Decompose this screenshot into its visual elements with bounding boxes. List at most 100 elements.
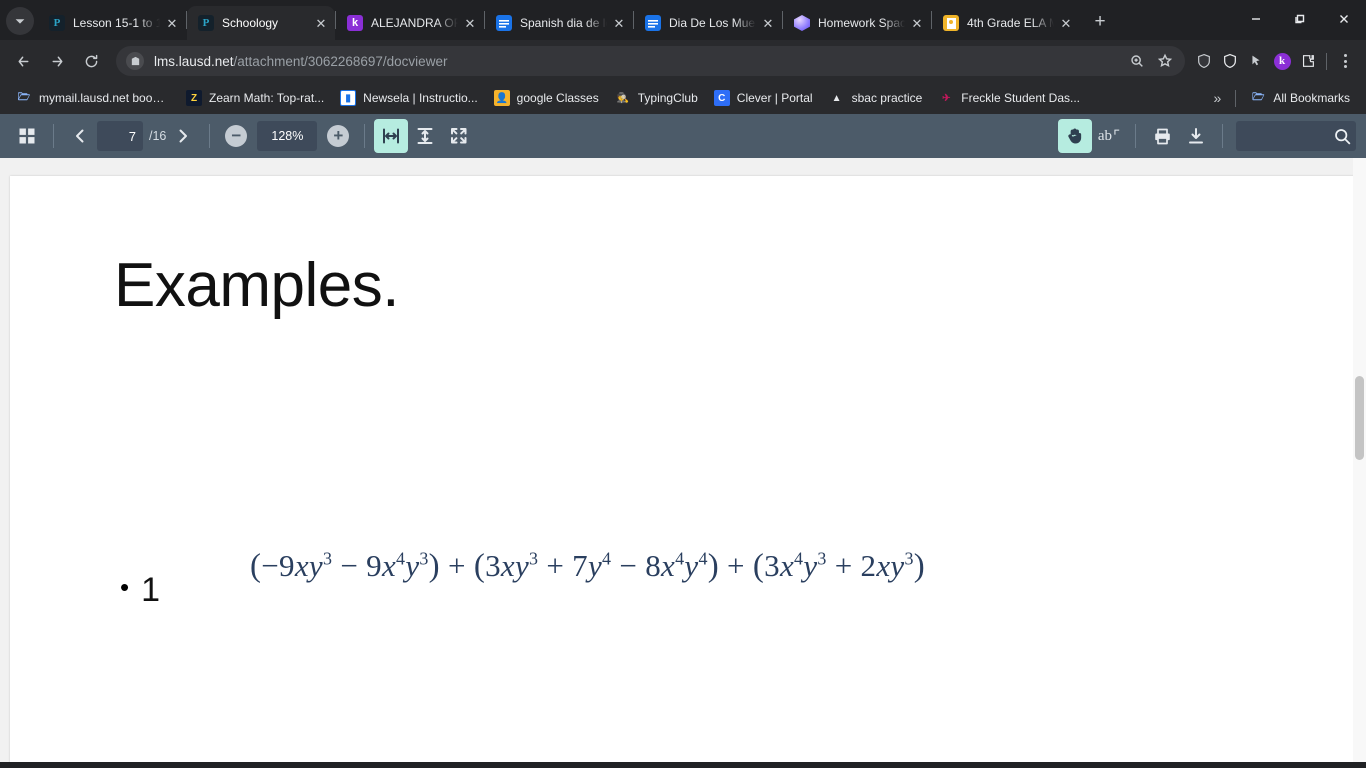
new-tab-button[interactable]: + xyxy=(1086,8,1114,36)
zoom-indicator-button[interactable] xyxy=(1123,47,1151,75)
tab-close-icon[interactable]: ✕ xyxy=(909,15,925,31)
bookmark-label: sbac practice xyxy=(851,91,923,105)
browser-tab[interactable]: k ALEJANDRA ORD ✕ xyxy=(336,6,484,40)
math-token: 3 xyxy=(419,548,429,569)
fit-width-icon xyxy=(383,128,400,144)
kami-extension-label: k xyxy=(1273,52,1291,70)
bookmark-label: TypingClub xyxy=(637,91,698,105)
zoom-out-button[interactable]: − xyxy=(219,119,253,153)
mouse-pointer-icon[interactable] xyxy=(1243,47,1269,75)
google-classroom-icon: 👤 xyxy=(493,90,510,106)
forward-arrow-icon xyxy=(52,56,62,66)
tab-list: P Lesson 15-1 to 15 ✕ P Schoology ✕ k ALEJANDRA… xyxy=(38,6,1234,40)
math-token: x xyxy=(661,548,676,583)
star-icon xyxy=(1157,53,1173,68)
pdf-toolbar-right: ab ⌜ xyxy=(1058,119,1356,153)
shield-dark-icon[interactable] xyxy=(1191,47,1217,75)
download-button[interactable] xyxy=(1179,119,1213,153)
math-token: y xyxy=(684,548,699,583)
tab-close-icon[interactable]: ✕ xyxy=(760,15,776,31)
maximize-button[interactable] xyxy=(1278,4,1322,34)
math-token: 4 xyxy=(602,548,612,569)
browser-tab[interactable]: Spanish dia de lo ✕ xyxy=(485,6,633,40)
list-item: • 1 (−9xy3 − 9x4y3) + (3xy3 + 7y4 − 8x4y… xyxy=(120,548,925,607)
back-arrow-icon xyxy=(18,56,28,66)
tab-close-icon[interactable]: ✕ xyxy=(462,15,478,31)
text-select-icon: ab ⌜ xyxy=(1097,127,1121,145)
math-token: y xyxy=(514,548,529,583)
sbac-icon: ▲ xyxy=(831,92,842,104)
pearson-icon: P xyxy=(49,15,65,31)
bookmark-item[interactable]: C Clever | Portal xyxy=(706,86,821,110)
zoom-icon xyxy=(1131,55,1143,67)
page-info-icon[interactable] xyxy=(126,52,144,70)
math-token: ) xyxy=(707,548,719,584)
tab-title: Schoology xyxy=(222,16,279,30)
tab-close-icon[interactable]: ✕ xyxy=(164,15,180,31)
bookmark-item[interactable]: ▲ sbac practice xyxy=(821,86,931,110)
tab-close-icon[interactable]: ✕ xyxy=(611,15,627,31)
bullet-marker: • xyxy=(120,572,130,602)
fit-width-button[interactable] xyxy=(374,119,409,153)
math-token: 4 xyxy=(675,548,685,569)
thumbnails-button[interactable] xyxy=(10,119,44,153)
browser-tab[interactable]: Dia De Los Muert ✕ xyxy=(634,6,782,40)
vertical-scrollbar[interactable] xyxy=(1353,158,1366,762)
zoom-level-value: 128% xyxy=(271,129,304,143)
scrollbar-thumb[interactable] xyxy=(1355,376,1364,460)
page-number-input[interactable]: 7 xyxy=(97,121,143,151)
fit-height-button[interactable] xyxy=(408,119,442,153)
bookmark-item[interactable]: 🕵 TypingClub xyxy=(607,86,706,110)
pdf-search-input[interactable] xyxy=(1236,121,1356,151)
kami-extension-icon[interactable]: k xyxy=(1269,47,1295,75)
bookmark-item[interactable]: 👤 google Classes xyxy=(486,86,607,110)
bookmarks-overflow-button[interactable]: » xyxy=(1204,90,1230,106)
puzzle-extensions-icon[interactable] xyxy=(1295,47,1321,75)
newsela-icon: ▮ xyxy=(340,90,357,106)
kebab-menu-icon[interactable] xyxy=(1332,47,1358,75)
bookmark-item[interactable]: ▮ Newsela | Instructio... xyxy=(332,86,486,110)
grid-thumbnails-icon xyxy=(19,128,35,144)
text-select-button[interactable]: ab ⌜ xyxy=(1092,119,1126,153)
minimize-button[interactable] xyxy=(1234,4,1278,34)
bookmark-label: Freckle Student Das... xyxy=(961,91,1081,105)
clever-icon: C xyxy=(713,90,730,106)
bookmark-item[interactable]: 🗁 mymail.lausd.net bookmarks xyxy=(8,86,178,110)
close-window-button[interactable] xyxy=(1322,4,1366,34)
reload-button[interactable] xyxy=(76,46,106,76)
browser-tab[interactable]: P Schoology ✕ xyxy=(187,6,335,40)
math-token: 4 xyxy=(698,548,708,569)
bookmark-item[interactable]: ✈ Freckle Student Das... xyxy=(930,86,1088,110)
zoom-in-button[interactable]: + xyxy=(321,119,355,153)
omnibox-actions xyxy=(1123,47,1179,75)
google-docs-icon xyxy=(645,15,661,31)
address-bar[interactable]: lms.lausd.net/attachment/3062268697/docv… xyxy=(116,46,1185,76)
pan-tool-button[interactable] xyxy=(1058,119,1092,153)
tab-close-icon[interactable]: ✕ xyxy=(1058,15,1074,31)
browser-tab[interactable]: P Lesson 15-1 to 15 ✕ xyxy=(38,6,186,40)
all-bookmarks-button[interactable]: 🗁 All Bookmarks xyxy=(1242,86,1358,110)
current-page-value: 7 xyxy=(128,128,136,144)
browser-tab[interactable]: Homework Space ✕ xyxy=(783,6,931,40)
browser-tab[interactable]: 4th Grade ELA Ms ✕ xyxy=(932,6,1080,40)
bookmark-star-button[interactable] xyxy=(1151,47,1179,75)
tab-close-icon[interactable]: ✕ xyxy=(313,15,329,31)
toolbar-divider xyxy=(364,124,366,148)
tab-title: Homework Space xyxy=(818,16,905,30)
tab-search-button[interactable] xyxy=(6,7,34,35)
print-button[interactable] xyxy=(1145,119,1179,153)
toolbar-divider xyxy=(53,124,54,148)
tab-title: Lesson 15-1 to 15 xyxy=(73,16,160,30)
document-viewport[interactable]: Examples. • 1 (−9xy3 − 9x4y3) + (3xy3 + … xyxy=(0,158,1366,762)
zearn-icon: Z xyxy=(186,90,202,106)
tab-strip: P Lesson 15-1 to 15 ✕ P Schoology ✕ k ALEJANDRA… xyxy=(0,0,1366,40)
next-page-button[interactable] xyxy=(166,119,200,153)
bookmark-item[interactable]: Z Zearn Math: Top-rat... xyxy=(178,86,332,110)
forward-button[interactable] xyxy=(42,46,72,76)
fullscreen-button[interactable] xyxy=(442,119,476,153)
toolbar-divider xyxy=(1326,52,1327,70)
prev-page-button[interactable] xyxy=(63,119,97,153)
zoom-level-display[interactable]: 128% xyxy=(257,121,318,151)
shield-light-icon[interactable] xyxy=(1217,47,1243,75)
back-button[interactable] xyxy=(8,46,38,76)
